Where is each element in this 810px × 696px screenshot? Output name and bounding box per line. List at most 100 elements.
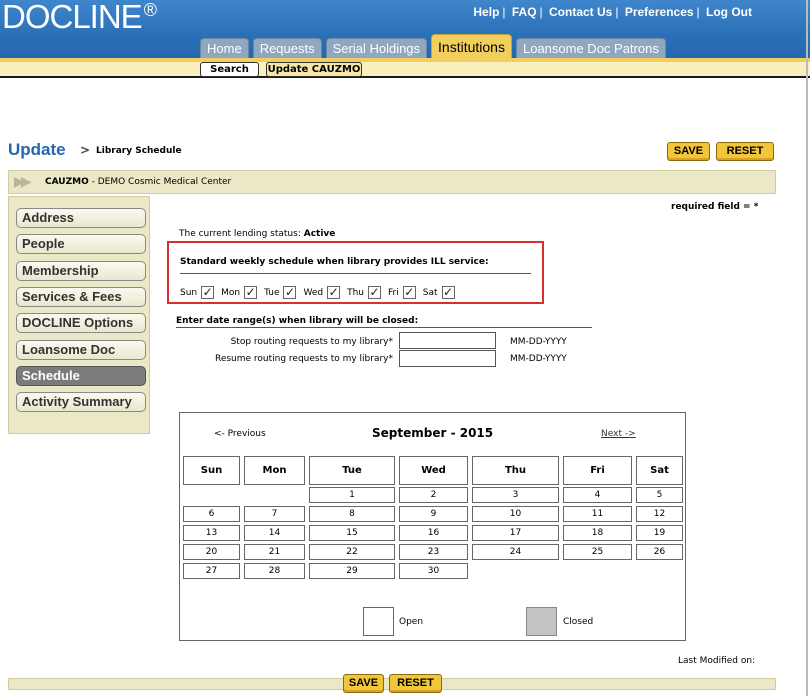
- sidebar-item-people[interactable]: People: [16, 234, 146, 254]
- calendar-day-27[interactable]: 27: [183, 563, 240, 579]
- app-header: DOCLINE ® Help | FAQ | Contact Us | Preferen…: [0, 0, 810, 62]
- preferences-link[interactable]: Preferences: [625, 5, 694, 19]
- checkbox-mon[interactable]: ✓: [244, 286, 258, 299]
- resume-routing-input[interactable]: [399, 350, 496, 367]
- calendar-day-19[interactable]: 19: [636, 525, 683, 541]
- checkbox-tue[interactable]: ✓: [283, 286, 297, 299]
- calendar-day-11[interactable]: 11: [563, 506, 632, 522]
- tab-serial-holdings[interactable]: Serial Holdings: [325, 38, 428, 58]
- institution-label: CAUZMO - DEMO Cosmic Medical Center: [45, 177, 232, 187]
- reset-button-bottom[interactable]: RESET: [389, 674, 442, 693]
- calendar-day-17[interactable]: 17: [472, 525, 559, 541]
- stop-routing-input[interactable]: [399, 332, 496, 349]
- calendar-day-24[interactable]: 24: [472, 544, 559, 560]
- required-field-note: required field = *: [671, 202, 759, 212]
- weekday-header-fri: Fri: [563, 456, 632, 485]
- subnav-update-button[interactable]: Update CAUZMO: [266, 62, 362, 77]
- calendar-day-12[interactable]: 12: [636, 506, 683, 522]
- calendar-day-14[interactable]: 14: [244, 525, 305, 541]
- reset-button[interactable]: RESET: [716, 142, 774, 161]
- tab-home[interactable]: Home: [200, 38, 249, 58]
- institution-bar: ▶▶ CAUZMO - DEMO Cosmic Medical Center: [8, 170, 776, 194]
- contact-us-link[interactable]: Contact Us: [549, 5, 612, 19]
- calendar-day-21[interactable]: 21: [244, 544, 305, 560]
- help-link[interactable]: Help: [473, 5, 499, 19]
- calendar-day-18[interactable]: 18: [563, 525, 632, 541]
- tab-loansome-doc-patrons[interactable]: Loansome Doc Patrons: [515, 38, 666, 58]
- sidebar-item-services-fees[interactable]: Services & Fees: [16, 287, 146, 307]
- sub-navigation: Search Update CAUZMO: [0, 62, 810, 78]
- closed-dates-heading: Enter date range(s) when library will be…: [176, 316, 419, 326]
- checkbox-wed[interactable]: ✓: [327, 286, 341, 299]
- top-links: Help | FAQ | Contact Us | Preferences | Log …: [473, 5, 752, 19]
- calendar-day-23[interactable]: 23: [399, 544, 468, 560]
- sidebar-item-address[interactable]: Address: [16, 208, 146, 228]
- faq-link[interactable]: FAQ: [512, 5, 537, 19]
- calendar-day-25[interactable]: 25: [563, 544, 632, 560]
- calendar-day-10[interactable]: 10: [472, 506, 559, 522]
- checkbox-fri[interactable]: ✓: [402, 286, 416, 299]
- checkbox-sun[interactable]: ✓: [201, 286, 215, 299]
- docline-logo[interactable]: DOCLINE ®: [2, 0, 157, 36]
- legend-open-label: Open: [399, 617, 424, 627]
- main-tabs: Home Requests Serial Holdings Institutio…: [200, 34, 666, 58]
- weekday-header-mon: Mon: [244, 456, 305, 485]
- weekday-header-tue: Tue: [309, 456, 395, 485]
- calendar-day-6[interactable]: 6: [183, 506, 240, 522]
- calendar-day-16[interactable]: 16: [399, 525, 468, 541]
- double-chevron-icon: ▶▶: [14, 174, 31, 190]
- checkbox-thu[interactable]: ✓: [368, 286, 382, 299]
- resume-date-format-hint: MM-DD-YYYY: [510, 354, 567, 364]
- legend-closed-label: Closed: [563, 617, 594, 627]
- calendar-day-5[interactable]: 5: [636, 487, 683, 503]
- day-label-thu: Thu: [347, 287, 365, 298]
- calendar-day-30[interactable]: 30: [399, 563, 468, 579]
- sidebar-item-activity-summary[interactable]: Activity Summary: [16, 392, 146, 412]
- weekday-header-wed: Wed: [399, 456, 468, 485]
- save-button[interactable]: SAVE: [667, 142, 710, 161]
- tab-requests[interactable]: Requests: [252, 38, 322, 58]
- calendar-day-28[interactable]: 28: [244, 563, 305, 579]
- calendar-day-3[interactable]: 3: [472, 487, 559, 503]
- sidebar-item-membership[interactable]: Membership: [16, 261, 146, 281]
- stop-routing-label: Stop routing requests to my library*: [230, 337, 393, 347]
- calendar-day-22[interactable]: 22: [309, 544, 395, 560]
- weekday-header-sat: Sat: [636, 456, 683, 485]
- calendar-day-1[interactable]: 1: [309, 487, 395, 503]
- calendar-day-8[interactable]: 8: [309, 506, 395, 522]
- breadcrumb-separator: >: [80, 143, 91, 157]
- day-label-fri: Fri: [388, 287, 399, 298]
- page-title: Update: [8, 140, 66, 159]
- sidebar-item-loansome-doc[interactable]: Loansome Doc: [16, 340, 146, 360]
- day-label-wed: Wed: [303, 287, 324, 298]
- sidebar-item-docline-options[interactable]: DOCLINE Options: [16, 313, 146, 333]
- divider: [180, 273, 531, 274]
- calendar-day-26[interactable]: 26: [636, 544, 683, 560]
- log-out-link[interactable]: Log Out: [706, 5, 752, 19]
- sidebar-item-schedule[interactable]: Schedule: [16, 366, 146, 386]
- lending-status: The current lending status: Active: [179, 229, 336, 239]
- subnav-search-button[interactable]: Search: [200, 62, 259, 77]
- calendar-day-15[interactable]: 15: [309, 525, 395, 541]
- tab-institutions[interactable]: Institutions: [431, 34, 512, 58]
- last-modified: Last Modified on:: [678, 656, 756, 666]
- day-label-tue: Tue: [264, 287, 280, 298]
- legend-closed-swatch: [526, 607, 557, 636]
- calendar-day-29[interactable]: 29: [309, 563, 395, 579]
- resume-routing-label: Resume routing requests to my library*: [214, 354, 393, 364]
- stop-date-format-hint: MM-DD-YYYY: [510, 337, 567, 347]
- page-subtitle: Library Schedule: [96, 146, 182, 156]
- checkbox-sat[interactable]: ✓: [441, 286, 455, 299]
- calendar-day-7[interactable]: 7: [244, 506, 305, 522]
- save-button-bottom[interactable]: SAVE: [343, 674, 384, 693]
- weekly-schedule-box: Standard weekly schedule when library pr…: [167, 241, 544, 304]
- calendar-day-20[interactable]: 20: [183, 544, 240, 560]
- page-edge: [806, 0, 808, 696]
- calendar-day-13[interactable]: 13: [183, 525, 240, 541]
- legend-open-swatch: [363, 607, 394, 636]
- calendar-day-4[interactable]: 4: [563, 487, 632, 503]
- calendar-day-2[interactable]: 2: [399, 487, 468, 503]
- calendar-day-9[interactable]: 9: [399, 506, 468, 522]
- day-label-sat: Sat: [422, 287, 438, 298]
- schedule-heading: Standard weekly schedule when library pr…: [180, 257, 489, 267]
